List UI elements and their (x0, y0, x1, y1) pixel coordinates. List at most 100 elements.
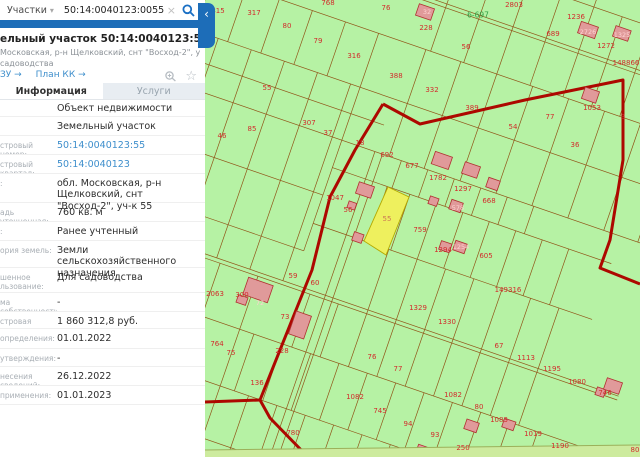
tab-services[interactable]: Услуги (103, 83, 206, 99)
parcel-label: 1080 (568, 378, 586, 386)
parcel-label: 136 (250, 379, 264, 387)
attribute-value: - (57, 353, 61, 364)
parcel-label: 228 (275, 347, 288, 355)
parcel-label: 1195 (543, 365, 561, 373)
attribute-row: Объект недвижимости (0, 99, 205, 117)
search-icon[interactable] (182, 4, 195, 17)
attribute-row: ма собственности:- (0, 293, 205, 312)
parcel-label: 73 (281, 313, 290, 321)
parcel-label: 77 (546, 113, 555, 121)
attribute-label: : (0, 227, 3, 236)
parcel-label: 1272 (597, 42, 615, 50)
search-category-dropdown[interactable]: Участки (7, 5, 47, 16)
parcel-label: 56 (344, 206, 353, 214)
attribute-row: : Ранее учтенный (0, 222, 205, 241)
attribute-row: адь уточненная: 760 кв. м (0, 203, 205, 222)
parcel-label: 745 (373, 407, 386, 415)
parcel-label: 76 (382, 4, 391, 12)
parcel-label: 37 (324, 129, 333, 137)
parcel-label: 80 (283, 22, 292, 30)
parcel-label: 388 (389, 72, 402, 80)
parcel-label: 80 (475, 403, 484, 411)
parcel-label: 1047 (326, 194, 344, 202)
parcel-label: 54 (509, 123, 518, 131)
attribute-label: : (0, 179, 3, 188)
panel-collapse-button[interactable]: ‹ (198, 3, 215, 48)
attribute-row: определения: 01.01.2022 (0, 329, 205, 349)
cadastral-map[interactable]: 315 317 80 79 316 768 76 228 2803 1236 689 2726 1325… (0, 0, 640, 457)
attribute-value-link[interactable]: 50:14:0040123:55 (57, 136, 205, 154)
tab-information[interactable]: Информация (0, 83, 103, 99)
attribute-label (0, 99, 57, 116)
attribute-label: ория земель: (0, 246, 52, 255)
attribute-rows: Объект недвижимости Земельный участок стро… (0, 99, 205, 405)
attribute-label: ма собственности: (0, 298, 57, 311)
parcel-label: 1082 (346, 393, 364, 401)
parcel-label: 317 (247, 9, 260, 17)
attribute-value: 01.01.2022 (57, 333, 112, 344)
attribute-value: 760 кв. м (57, 207, 103, 218)
attribute-row: применения: 01.01.2023 (0, 386, 205, 405)
attribute-row: ория земель: Земли сельскохозяйственного … (0, 241, 205, 279)
parcel-label: 55 (263, 84, 272, 92)
parcel-label: 3 (621, 113, 625, 121)
panel-tabs: Информация Услуги (0, 83, 205, 100)
parcel-label: 1190 (551, 442, 569, 450)
favorite-star-icon[interactable]: ☆ (185, 69, 197, 84)
parcel-label: 1325 (614, 31, 631, 39)
parcel-label: 1329 (409, 304, 427, 312)
attribute-label: стровая стоимость: (0, 317, 44, 328)
parcel-label: 677 (405, 162, 418, 170)
parcel-label: 1083 (490, 416, 508, 424)
attribute-label (0, 117, 57, 135)
parcel-label: 2063 (206, 290, 224, 298)
parcel-label: 149316 (495, 286, 522, 294)
parcel-label: 2803 (505, 1, 523, 9)
attribute-label: стровый номер: (0, 141, 34, 154)
attribute-row: : обл. Московская, р-н Щелковский, снт "В… (0, 174, 205, 212)
attribute-value: 01.01.2023 (57, 390, 112, 401)
plan-kk-link[interactable]: План КК → (36, 70, 86, 80)
attribute-row: стровая стоимость: 1 860 312,8 руб. (0, 312, 205, 329)
parcel-label: 56 (462, 43, 471, 51)
attribute-value: Объект недвижимости (57, 103, 173, 114)
parcel-label: 692 (380, 151, 393, 159)
parcel-label: 77 (394, 365, 403, 373)
road-label: 6-697 (467, 11, 489, 20)
panel-header-bar (0, 20, 205, 28)
pkk-app: 315 317 80 79 316 768 76 228 2803 1236 689 2726 1325… (0, 0, 640, 457)
attribute-value: обл. Московская, р-н Щелковский, снт "Во… (57, 178, 162, 212)
attribute-value: Земли сельскохозяйственного назначения (57, 245, 177, 279)
attribute-row: шенное льзование: Для садоводства (0, 268, 205, 293)
parcel-label: 59 (289, 272, 298, 280)
parcel-label: 46 (218, 132, 227, 140)
parcel-label: 36 (571, 141, 580, 149)
search-bar: Участки ▾ 50:14:0040123:0055 × (0, 0, 205, 20)
attribute-row: стровый номер: 50:14:0040123:55 (0, 136, 205, 155)
parcel-label: 316 (347, 52, 361, 60)
chevron-down-icon[interactable]: ▾ (50, 6, 54, 15)
attribute-row: Земельный участок (0, 117, 205, 136)
attribute-value: 26.12.2022 (57, 371, 112, 382)
parcel-label: 1019 (524, 430, 542, 438)
attribute-value: - (57, 297, 61, 308)
parcel-label: 300 (235, 291, 248, 299)
attribute-value: Ранее учтенный (57, 226, 139, 237)
zu-link[interactable]: ЗУ → (0, 70, 22, 80)
parcel-label: 1254 (453, 243, 470, 251)
parcel-label: 93 (431, 431, 440, 439)
attribute-value-link[interactable]: 50:14:0040123 (57, 155, 205, 173)
parcel-label: 79 (314, 37, 323, 45)
parcel-label: 1236 (567, 13, 585, 21)
parcel-label: 148866 (613, 59, 640, 67)
parcel-label: 746 (598, 389, 612, 397)
attribute-label: шенное льзование: (0, 273, 44, 292)
parcel-label: 1330 (438, 318, 456, 326)
parcel-label: 668 (482, 197, 495, 205)
parcel-label: 76 (368, 353, 377, 361)
search-input[interactable]: 50:14:0040123:0055 (64, 5, 167, 16)
close-icon[interactable]: × (167, 4, 176, 17)
parcel-label: 32 (423, 8, 431, 16)
parcel-label: 1294 (434, 246, 452, 254)
attribute-label: несения сведений: (0, 372, 40, 385)
